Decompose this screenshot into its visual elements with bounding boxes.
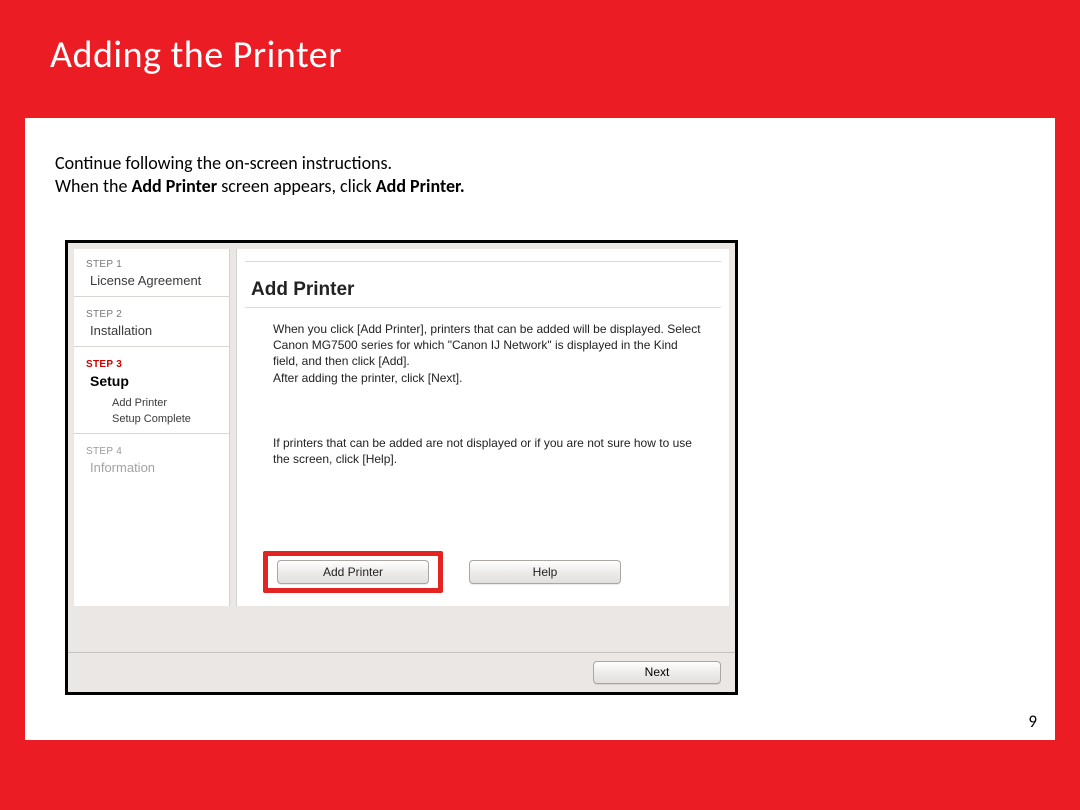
sidebar-divider (74, 296, 230, 297)
pane-paragraph-2: If printers that can be added are not di… (273, 435, 701, 467)
page-title: Adding the Printer (50, 32, 1080, 78)
pane-paragraph-1: When you click [Add Printer], printers t… (273, 321, 701, 386)
screenshot-installer: STEP 1 License Agreement STEP 2 Installa… (65, 240, 738, 695)
step4-label: STEP 4 (86, 446, 229, 457)
pane-title: Add Printer (251, 279, 354, 301)
intro-bold2: Add Printer. (376, 175, 465, 197)
step2-item: Installation (90, 323, 229, 338)
installer-footer: Next (68, 652, 735, 692)
step1-label: STEP 1 (86, 259, 229, 270)
page-number: 9 (1028, 711, 1037, 732)
slide-body: Continue following the on-screen instruc… (25, 118, 1055, 740)
instruction-text: Continue following the on-screen instruc… (55, 152, 465, 199)
add-printer-button[interactable]: Add Printer (277, 560, 429, 584)
step3-item: Setup (90, 373, 229, 389)
installer-window: STEP 1 License Agreement STEP 2 Installa… (68, 243, 735, 652)
step3-label: STEP 3 (86, 359, 229, 370)
pane-rule (245, 307, 721, 308)
sidebar-divider (74, 346, 230, 347)
installer-main-pane: Add Printer When you click [Add Printer]… (236, 249, 729, 606)
pane-rule (245, 261, 721, 262)
step3-sub-add-printer: Add Printer (112, 397, 229, 409)
next-button[interactable]: Next (593, 661, 721, 684)
intro-mid: screen appears, click (217, 175, 376, 197)
step2-label: STEP 2 (86, 309, 229, 320)
help-button[interactable]: Help (469, 560, 621, 584)
step1-item: License Agreement (90, 273, 229, 288)
step3-sub-setup-complete: Setup Complete (112, 413, 229, 425)
pane-button-row: Add Printer Help (237, 551, 729, 599)
installer-sidebar: STEP 1 License Agreement STEP 2 Installa… (74, 249, 230, 606)
intro-line1: Continue following the on-screen instruc… (55, 152, 392, 174)
intro-bold1: Add Printer (131, 175, 217, 197)
intro-prefix: When the (55, 175, 131, 197)
step4-item: Information (90, 460, 229, 475)
sidebar-divider (74, 433, 230, 434)
